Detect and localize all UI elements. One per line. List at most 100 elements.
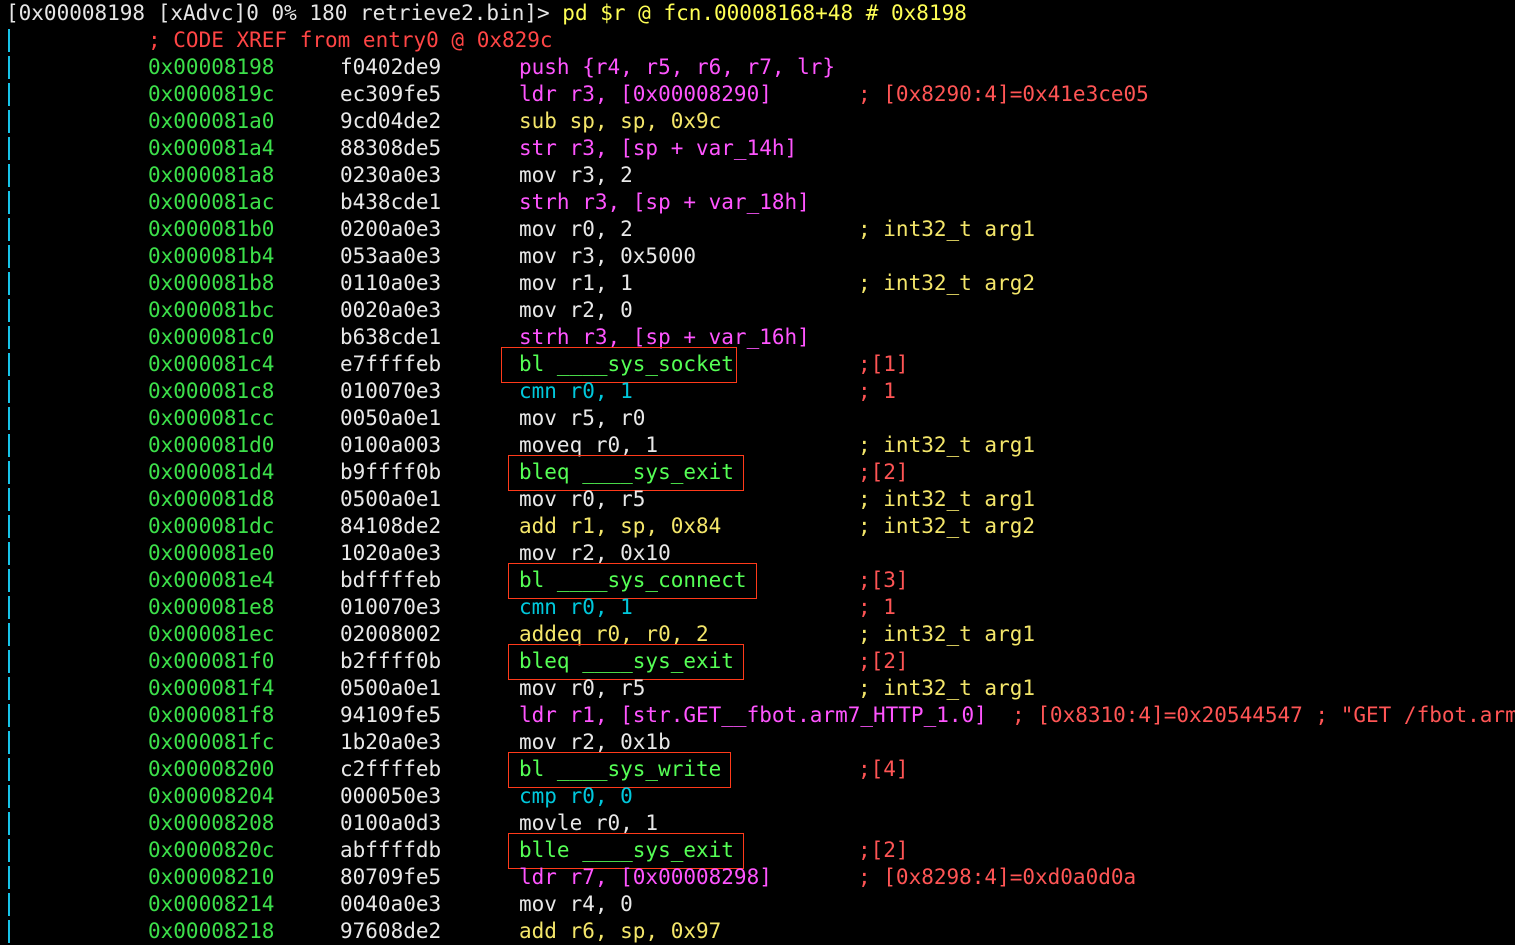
disasm-line[interactable]: 0x000081c4 e7ffffeb bl ____sys_socket ;[1] [0, 347, 1515, 383]
instruction-comment: ;[2] [858, 838, 909, 862]
disasm-line[interactable]: 0x00008208 0100a0d3 movle r0, 1 [0, 810, 1515, 837]
disasm-line[interactable]: 0x00008200 c2ffffeb bl ____sys_write ;[4] [0, 752, 1515, 788]
gutter-bar [8, 542, 10, 565]
prompt-line[interactable]: [0x00008198 [xAdvc]0 0% 180 retrieve2.bi… [0, 0, 1515, 27]
instruction-address[interactable]: 0x00008210 [148, 864, 274, 891]
instruction-address[interactable]: 0x00008200 [148, 756, 274, 783]
gutter-bar [8, 110, 10, 133]
opcode-bytes: 80709fe5 [340, 865, 442, 889]
disasm-line[interactable]: 0x000081b4 053aa0e3 mov r3, 0x5000 [0, 243, 1515, 270]
instruction-address[interactable]: 0x000081b8 [148, 270, 274, 297]
gutter-bar [8, 569, 10, 592]
instruction-address[interactable]: 0x0000820c [148, 837, 274, 864]
disasm-line[interactable]: 0x000081f0 b2ffff0b bleq ____sys_exit ;[2] [0, 644, 1515, 680]
instruction-text: mov r1, 1 [519, 271, 633, 295]
gutter-bar [8, 353, 10, 376]
instruction-address[interactable]: 0x000081f4 [148, 675, 274, 702]
opcode-bytes: 0020a0e3 [340, 298, 442, 322]
instruction-address[interactable]: 0x000081f8 [148, 702, 274, 729]
disasm-line[interactable]: 0x00008218 97608de2 add r6, sp, 0x97 [0, 918, 1515, 945]
instruction-address[interactable]: 0x00008218 [148, 918, 274, 945]
instruction-address[interactable]: 0x00008208 [148, 810, 274, 837]
instruction-address[interactable]: 0x000081c0 [148, 324, 274, 351]
instruction-address[interactable]: 0x000081ec [148, 621, 274, 648]
opcode-bytes: 0100a003 [340, 433, 442, 457]
instruction-address[interactable]: 0x00008214 [148, 891, 274, 918]
opcode-bytes: 0200a0e3 [340, 217, 442, 241]
disasm-line[interactable]: 0x000081b8 0110a0e3 mov r1, 1 ; int32_t arg… [0, 270, 1515, 297]
highlighted-syscall-instruction[interactable]: bleq ____sys_exit [519, 459, 734, 486]
disasm-line[interactable]: 0x000081d8 0500a0e1 mov r0, r5 ; int32_t ar… [0, 486, 1515, 513]
disasm-line[interactable]: 0x0000819c ec309fe5 ldr r3, [0x00008290] ; … [0, 81, 1515, 108]
disasm-line[interactable]: 0x00008198 f0402de9 push {r4, r5, r6, r7, … [0, 54, 1515, 81]
disasm-line[interactable]: 0x000081e8 010070e3 cmn r0, 1 ; 1 [0, 594, 1515, 621]
instruction-address[interactable]: 0x000081c4 [148, 351, 274, 378]
gutter-bar [8, 272, 10, 295]
instruction-address[interactable]: 0x000081e4 [148, 567, 274, 594]
gutter-bar [8, 650, 10, 673]
instruction-text: mov r2, 0 [519, 298, 633, 322]
disasm-line[interactable]: 0x000081e0 1020a0e3 mov r2, 0x10 [0, 540, 1515, 567]
instruction-address[interactable]: 0x000081ac [148, 189, 274, 216]
instruction-comment: ;[4] [858, 757, 909, 781]
disasm-line[interactable]: 0x000081f8 94109fe5 ldr r1, [str.GET__fbot… [0, 702, 1515, 729]
instruction-address[interactable]: 0x00008198 [148, 54, 274, 81]
instruction-address[interactable]: 0x000081d8 [148, 486, 274, 513]
instruction-text: mov r2, 0x10 [519, 541, 671, 565]
instruction-address[interactable]: 0x000081f0 [148, 648, 274, 675]
disasm-line[interactable]: 0x000081d4 b9ffff0b bleq ____sys_exit ;[2] [0, 455, 1515, 491]
opcode-bytes: e7ffffeb [340, 352, 442, 376]
instruction-address[interactable]: 0x000081bc [148, 297, 274, 324]
instruction-address[interactable]: 0x00008204 [148, 783, 274, 810]
gutter-bar [8, 812, 10, 835]
instruction-address[interactable]: 0x000081c8 [148, 378, 274, 405]
disasm-line[interactable]: 0x000081bc 0020a0e3 mov r2, 0 [0, 297, 1515, 324]
disasm-line[interactable]: 0x000081f4 0500a0e1 mov r0, r5 ; int32_t ar… [0, 675, 1515, 702]
instruction-text: mov r0, r5 [519, 487, 646, 511]
disasm-line[interactable]: 0x000081b0 0200a0e3 mov r0, 2 ; int32_t arg… [0, 216, 1515, 243]
disasm-line[interactable]: 0x00008204 000050e3 cmp r0, 0 [0, 783, 1515, 810]
disasm-line[interactable]: 0x000081dc 84108de2 add r1, sp, 0x84 ; int3… [0, 513, 1515, 540]
gutter-bar [8, 407, 10, 430]
instruction-address[interactable]: 0x000081d0 [148, 432, 274, 459]
instruction-address[interactable]: 0x000081fc [148, 729, 274, 756]
instruction-address[interactable]: 0x000081a4 [148, 135, 274, 162]
opcode-bytes: 84108de2 [340, 514, 442, 538]
highlighted-syscall-instruction[interactable]: bl ____sys_socket [519, 351, 734, 378]
disasm-line[interactable]: 0x000081cc 0050a0e1 mov r5, r0 [0, 405, 1515, 432]
instruction-address[interactable]: 0x000081b4 [148, 243, 274, 270]
disasm-line[interactable]: 0x000081a4 88308de5 str r3, [sp + var_14h] [0, 135, 1515, 162]
instruction-text: add r6, sp, 0x97 [519, 919, 722, 943]
highlighted-syscall-instruction[interactable]: blle ____sys_exit [519, 837, 734, 864]
instruction-address[interactable]: 0x000081e8 [148, 594, 274, 621]
opcode-bytes: 010070e3 [340, 595, 442, 619]
gutter-bar [8, 434, 10, 457]
instruction-address[interactable]: 0x000081a0 [148, 108, 274, 135]
instruction-comment: ;[3] [858, 568, 909, 592]
opcode-bytes: 053aa0e3 [340, 244, 442, 268]
disasm-line[interactable]: 0x000081c8 010070e3 cmn r0, 1 ; 1 [0, 378, 1515, 405]
instruction-address[interactable]: 0x000081dc [148, 513, 274, 540]
disasm-line[interactable]: 0x000081d0 0100a003 moveq r0, 1 ; int32_t a… [0, 432, 1515, 459]
instruction-address[interactable]: 0x000081cc [148, 405, 274, 432]
instruction-address[interactable]: 0x0000819c [148, 81, 274, 108]
highlighted-syscall-instruction[interactable]: bl ____sys_write [519, 756, 721, 783]
highlighted-syscall-instruction[interactable]: bl ____sys_connect [519, 567, 747, 594]
disasm-line[interactable]: 0x000081e4 bdffffeb bl ____sys_connect ;[3] [0, 563, 1515, 599]
disasm-line[interactable]: 0x000081a0 9cd04de2 sub sp, sp, 0x9c [0, 108, 1515, 135]
gutter-bar [8, 380, 10, 403]
disasm-line[interactable]: 0x000081ac b438cde1 strh r3, [sp + var_18h… [0, 189, 1515, 216]
disasm-line[interactable]: 0x000081ec 02008002 addeq r0, r0, 2 ; int32… [0, 621, 1515, 648]
gutter-bar [8, 56, 10, 79]
disasm-line[interactable]: 0x000081a8 0230a0e3 mov r3, 2 [0, 162, 1515, 189]
disasm-line[interactable]: 0x00008214 0040a0e3 mov r4, 0 [0, 891, 1515, 918]
disasm-line[interactable]: 0x00008210 80709fe5 ldr r7, [0x00008298] ; … [0, 864, 1515, 891]
disasm-line[interactable]: 0x000081fc 1b20a0e3 mov r2, 0x1b [0, 729, 1515, 756]
instruction-address[interactable]: 0x000081d4 [148, 459, 274, 486]
disasm-line[interactable]: 0x000081c0 b638cde1 strh r3, [sp + var_16h… [0, 324, 1515, 351]
instruction-address[interactable]: 0x000081e0 [148, 540, 274, 567]
disasm-line[interactable]: 0x0000820c abffffdb blle ____sys_exit ;[2] [0, 833, 1515, 869]
instruction-address[interactable]: 0x000081b0 [148, 216, 274, 243]
instruction-address[interactable]: 0x000081a8 [148, 162, 274, 189]
highlighted-syscall-instruction[interactable]: bleq ____sys_exit [519, 648, 734, 675]
